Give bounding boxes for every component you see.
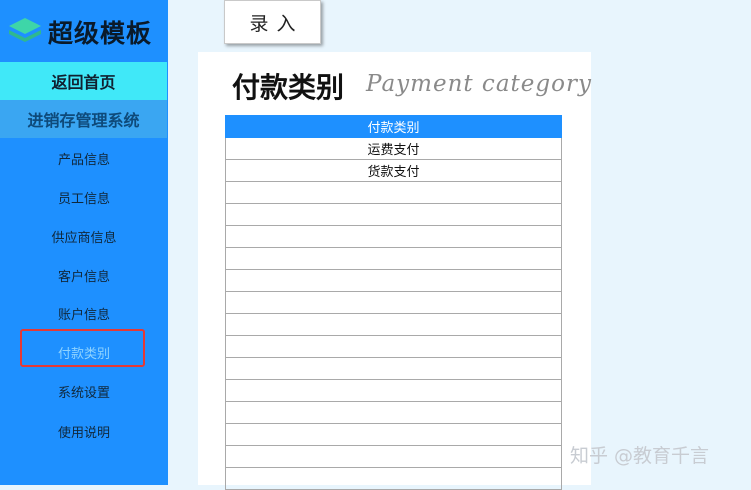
page-title: 付款类别 bbox=[232, 71, 345, 104]
table-cell[interactable] bbox=[225, 203, 562, 226]
table-row bbox=[225, 445, 562, 468]
table-cell[interactable] bbox=[225, 357, 562, 380]
table-row bbox=[225, 247, 562, 270]
sidebar-item-product-info[interactable]: 产品信息 bbox=[0, 140, 168, 176]
table-cell[interactable] bbox=[225, 225, 562, 248]
table-cell[interactable] bbox=[225, 313, 562, 336]
sidebar-item-supplier-info[interactable]: 供应商信息 bbox=[0, 218, 168, 254]
sidebar-item-system-settings[interactable]: 系统设置 bbox=[0, 373, 168, 409]
sidebar-item-payment-category[interactable]: 付款类别 bbox=[0, 334, 168, 370]
record-button[interactable]: 录入 bbox=[224, 0, 321, 44]
table-row bbox=[225, 225, 562, 248]
stacked-layers-icon bbox=[9, 18, 41, 42]
sidebar-item-employee-info[interactable]: 员工信息 bbox=[0, 179, 168, 215]
watermark: 知乎 @教育千言 bbox=[570, 445, 710, 467]
table-row bbox=[225, 181, 562, 204]
table-cell[interactable] bbox=[225, 401, 562, 424]
table-row bbox=[225, 335, 562, 358]
table-cell[interactable] bbox=[225, 445, 562, 468]
table-row bbox=[225, 291, 562, 314]
table-row: 运费支付 bbox=[225, 137, 562, 160]
table-row bbox=[225, 467, 562, 490]
table-cell[interactable] bbox=[225, 467, 562, 490]
sidebar-item-user-guide[interactable]: 使用说明 bbox=[0, 413, 168, 449]
table-cell[interactable] bbox=[225, 247, 562, 270]
payment-category-table: 付款类别 运费支付 货款支付 bbox=[225, 115, 562, 490]
table-row bbox=[225, 269, 562, 292]
table-cell[interactable]: 运费支付 bbox=[225, 137, 562, 160]
table-cell[interactable]: 货款支付 bbox=[225, 159, 562, 182]
page-subtitle: Payment category bbox=[366, 71, 592, 97]
table-cell[interactable] bbox=[225, 379, 562, 402]
table-cell[interactable] bbox=[225, 291, 562, 314]
table-cell[interactable] bbox=[225, 269, 562, 292]
table-row bbox=[225, 203, 562, 226]
table-row bbox=[225, 357, 562, 380]
table-row bbox=[225, 423, 562, 446]
brand-logo: 超级模板 bbox=[0, 0, 168, 62]
table-cell[interactable] bbox=[225, 335, 562, 358]
table-cell[interactable] bbox=[225, 181, 562, 204]
table-row: 货款支付 bbox=[225, 159, 562, 182]
sidebar-item-account-info[interactable]: 账户信息 bbox=[0, 295, 168, 331]
system-title: 进销存管理系统 bbox=[0, 100, 167, 138]
table-row bbox=[225, 379, 562, 402]
table-row bbox=[225, 401, 562, 424]
table-cell[interactable] bbox=[225, 423, 562, 446]
brand-name: 超级模板 bbox=[48, 19, 153, 48]
sidebar-item-customer-info[interactable]: 客户信息 bbox=[0, 257, 168, 293]
home-button[interactable]: 返回首页 bbox=[0, 62, 167, 100]
table-row bbox=[225, 313, 562, 336]
table-header-cell[interactable]: 付款类别 bbox=[225, 115, 562, 138]
sidebar: 超级模板 返回首页 进销存管理系统 产品信息 员工信息 供应商信息 客户信息 账… bbox=[0, 0, 168, 485]
